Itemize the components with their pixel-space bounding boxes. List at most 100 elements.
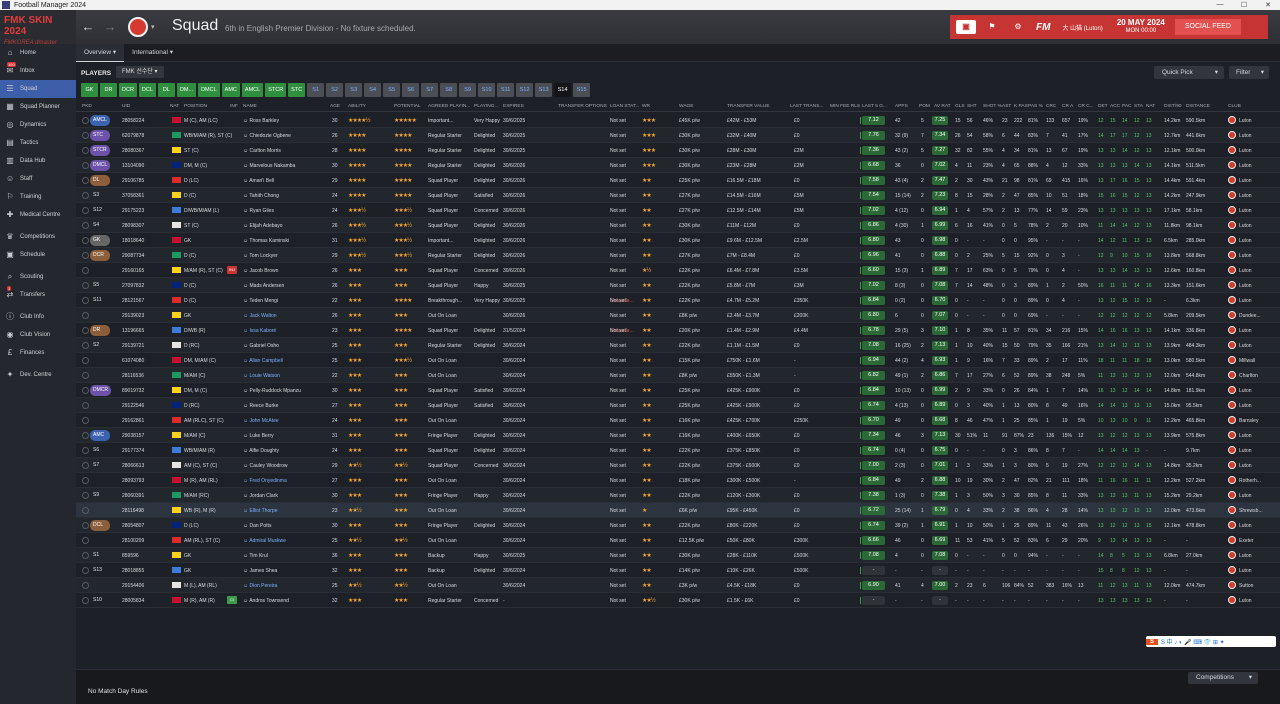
sidebar-item-dynamics[interactable]: ◎ Dynamics [0, 116, 76, 134]
column-header[interactable]: DIST/90 [1164, 104, 1182, 109]
column-header[interactable]: WR [642, 104, 650, 109]
row-select-checkbox[interactable] [82, 327, 89, 334]
player-name-link[interactable]: ☺ Cauley Woodrow [243, 463, 287, 469]
table-row[interactable]: 28116536 M/AM (C) ☺ Louie Watson 22 ★★★ ★★★ Ou… [76, 368, 1280, 383]
pick-badge[interactable]: S7 [90, 460, 110, 471]
chip-dmcl[interactable]: DMCL [198, 83, 220, 97]
player-name-link[interactable]: ☺ Amari'i Bell [243, 178, 274, 184]
competitions-dropdown[interactable]: Competitions ▾ [1188, 672, 1258, 684]
chip-s12[interactable]: S12 [516, 83, 534, 97]
row-select-checkbox[interactable] [82, 507, 89, 514]
pick-badge[interactable]: S13 [90, 565, 110, 576]
column-header[interactable]: ABILITY [348, 104, 366, 109]
pick-badge[interactable]: S10 [90, 595, 110, 606]
social-feed-button[interactable]: SOCIAL FEED [1174, 19, 1241, 35]
player-name-link[interactable]: ☺ Marvelous Nakamba [243, 163, 295, 169]
player-name-link[interactable]: ☺ Reece Burke [243, 403, 278, 409]
column-header[interactable]: CR A [1062, 104, 1073, 109]
player-name-link[interactable]: ☺ Dan Potts [243, 523, 271, 529]
row-select-checkbox[interactable] [82, 582, 89, 589]
sidebar-item-training[interactable]: ⚐ Training [0, 188, 76, 206]
player-name-link[interactable]: ☺ Elijah Adebayo [243, 223, 283, 229]
back-arrow-icon[interactable]: ← [80, 19, 96, 35]
view-dropdown[interactable]: FMK 선수단 ▾ [116, 66, 164, 78]
player-name-link[interactable]: ☺ Ross Barkley [243, 118, 279, 124]
column-header[interactable]: AST [1002, 104, 1011, 109]
player-name-link[interactable]: ☺ John McAtee [243, 418, 279, 424]
chip-s4[interactable]: S4 [364, 83, 382, 97]
chip-dm[interactable]: DM... [176, 83, 197, 97]
player-name-link[interactable]: ☺ Andros Townsend [243, 598, 289, 604]
row-select-checkbox[interactable] [82, 312, 89, 319]
pick-badge[interactable]: S1 [90, 550, 110, 561]
sidebar-item-squad-planner[interactable]: ▦ Squad Planner [0, 98, 76, 116]
table-row[interactable]: DMCR 89019732 DM, M (C) ☺ Pelly-Ruddock Mpa… [76, 383, 1280, 398]
table-row[interactable]: S11 28121567 D (C) ☺ Teden Mengi 22 ★★★ ★★★★ Br… [76, 293, 1280, 308]
row-select-checkbox[interactable] [82, 222, 89, 229]
player-name-link[interactable]: ☺ Mads Andersen [243, 283, 284, 289]
player-name-link[interactable]: ☺ Louie Watson [243, 373, 280, 379]
game-date[interactable]: 20 MAY 2024 MON 00:00 [1117, 19, 1165, 35]
player-name-link[interactable]: ☺ Luke Berry [243, 433, 274, 439]
table-row[interactable]: DL 29106785 D (LC) ☺ Amari'i Bell 29 ★★★★ ★★★★… [76, 173, 1280, 188]
row-select-checkbox[interactable] [82, 462, 89, 469]
player-name-link[interactable]: ☺ Ryan Giles [243, 208, 274, 214]
player-name-link[interactable]: ☺ Tom Lockyer [243, 253, 278, 259]
column-header[interactable]: SHOT % [983, 104, 1002, 109]
row-select-checkbox[interactable] [82, 477, 89, 484]
row-select-checkbox[interactable] [82, 252, 89, 259]
row-select-checkbox[interactable] [82, 147, 89, 154]
player-name-link[interactable]: ☺ Pelly-Ruddock Mpanzu [243, 388, 301, 394]
player-name-link[interactable]: ☺ Alfie Doughty [243, 448, 279, 454]
table-row[interactable]: S3 37058361 D (C) ☺ Tahith Chong 24 ★★★★ ★★★★ S… [76, 188, 1280, 203]
chip-s13[interactable]: S13 [535, 83, 553, 97]
sidebar-item-club-vision[interactable]: ◉ Club Vision [0, 326, 76, 344]
column-header[interactable]: POTENTIAL [394, 104, 421, 109]
table-row[interactable]: STC 62079878 WB/M/AM (R), ST (C) ☺ Chiedozi… [76, 128, 1280, 143]
column-header[interactable]: GLS [955, 104, 965, 109]
row-select-checkbox[interactable] [82, 597, 89, 604]
table-row[interactable]: S2 29139721 D (RC) ☺ Gabriel Osho 25 ★★★ ★★★ Re… [76, 338, 1280, 353]
minimize-icon[interactable]: — [1208, 1, 1232, 9]
column-header[interactable]: MIN FEE RLS [830, 104, 860, 109]
column-header[interactable]: PKD [82, 104, 92, 109]
tab-international[interactable]: International ▾ [124, 44, 181, 62]
column-header[interactable]: AV RAT [934, 104, 951, 109]
chip-s2[interactable]: S2 [326, 83, 344, 97]
pick-badge[interactable]: S11 [90, 295, 110, 306]
chip-stcr[interactable]: STCR [265, 83, 287, 97]
player-name-link[interactable]: ☺ Chiedozie Ogbene [243, 133, 291, 139]
flag-icon[interactable]: ⚑ [982, 20, 1002, 34]
fm-logo[interactable]: FM [1036, 22, 1050, 33]
player-name-link[interactable]: ☺ Jordan Clark [243, 493, 278, 499]
player-name-link[interactable]: ☺ Jacob Brown [243, 268, 278, 274]
table-row[interactable]: S13 28018855 GK ☺ James Shea 32 ★★★ ★★★ Backup D… [76, 563, 1280, 578]
pick-badge[interactable]: S5 [90, 280, 110, 291]
row-select-checkbox[interactable] [82, 447, 89, 454]
chip-dr[interactable]: DR [100, 83, 117, 97]
pick-badge[interactable]: DMCR [90, 385, 111, 396]
chip-dcr[interactable]: DCR [119, 83, 137, 97]
sidebar-item-medical[interactable]: ✚ Medical Centre [0, 206, 76, 224]
table-row[interactable]: DR 13196665 D/WB (R) ☺ Issa Kaboré 23 ★★★ ★★★★… [76, 323, 1280, 338]
column-header[interactable]: TRANSFER VALUE [727, 104, 770, 109]
forward-arrow-icon[interactable]: → [102, 19, 118, 35]
table-row[interactable]: AMCL 28058224 M (C), AM (LC) ☺ Ross Barkley… [76, 113, 1280, 128]
chip-s8[interactable]: S8 [440, 83, 458, 97]
table-row[interactable]: 61074080 DM, M/AM (C) ☺ Allan Campbell 25 ★★… [76, 353, 1280, 368]
row-select-checkbox[interactable] [82, 567, 89, 574]
row-select-checkbox[interactable] [82, 192, 89, 199]
column-header[interactable]: K PAS [1014, 104, 1028, 109]
player-name-link[interactable]: ☺ Issa Kaboré [243, 328, 276, 334]
column-header[interactable]: LAST TRANS... [790, 104, 823, 109]
chip-s6[interactable]: S6 [402, 83, 420, 97]
column-header[interactable]: EXPIRES [503, 104, 524, 109]
column-header[interactable]: POSITION [184, 104, 207, 109]
row-select-checkbox[interactable] [82, 282, 89, 289]
pick-badge[interactable]: DCR [90, 250, 110, 261]
column-header[interactable]: PAS % [1028, 104, 1043, 109]
row-select-checkbox[interactable] [82, 492, 89, 499]
sidebar-item-dev-centre[interactable]: ✦ Dev. Centre [0, 366, 76, 384]
table-row[interactable]: S6 29177374 WB/M/AM (R) ☺ Alfie Doughty 24 ★★… [76, 443, 1280, 458]
column-header[interactable]: AGE [330, 104, 340, 109]
